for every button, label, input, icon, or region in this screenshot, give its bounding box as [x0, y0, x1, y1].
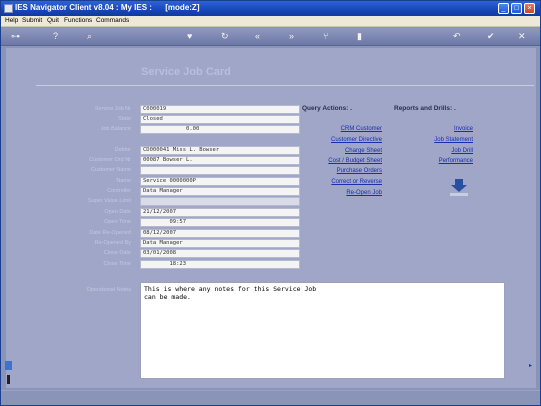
scroll-marker-icon: ▸	[529, 363, 533, 369]
field-value[interactable]: 03/01/2008	[140, 249, 300, 258]
job-drill-link[interactable]: Job Drill	[416, 148, 473, 154]
field-value[interactable]: Closed	[140, 115, 300, 124]
field-value[interactable]: CD000041 Miss L. Bowser	[140, 146, 300, 155]
window-title: IES Navigator Client v8.04 : My IES : [m…	[15, 3, 200, 12]
field-value[interactable]: 0.00	[140, 125, 300, 134]
field-label: Service Job Nr	[94, 106, 131, 112]
field-value[interactable]	[140, 197, 300, 206]
download-drill-icon[interactable]	[449, 179, 469, 197]
help-icon[interactable]: ?	[53, 31, 58, 42]
reports-heading: Reports and Drills: .	[394, 105, 456, 112]
field-value[interactable]: 08/12/2007	[140, 229, 300, 238]
ok-icon[interactable]: ✔	[487, 31, 495, 42]
invoice-link[interactable]: Invoice	[416, 126, 473, 132]
re-open-job-link[interactable]: Re-Open Job	[306, 190, 382, 196]
save-icon[interactable]: ▮	[357, 31, 362, 42]
forward-icon[interactable]: »	[289, 31, 294, 42]
toolbar: ⊶ ? ⌕ ♥ ↻ « » ⑂ ▮ ↶ ✔ ✕	[1, 28, 540, 46]
cost-budget-sheet-link[interactable]: Cost / Budget Sheet	[306, 158, 382, 164]
field-label: Open Date	[104, 209, 131, 215]
field-label: Job Balance	[100, 126, 131, 132]
field-value[interactable]	[140, 166, 300, 175]
job-statement-link[interactable]: Job Statement	[416, 137, 473, 143]
operational-notes-field[interactable]: This is where any notes for this Service…	[140, 282, 505, 379]
close-window-button[interactable]: ×	[524, 3, 535, 14]
key-icon[interactable]: ⊶	[11, 31, 20, 42]
field-label: Re-Opened By	[94, 240, 131, 246]
field-value[interactable]: 21/12/2007	[140, 208, 300, 217]
app-window: IES Navigator Client v8.04 : My IES : [m…	[0, 0, 541, 406]
crm-customer-link[interactable]: CRM Customer	[306, 126, 382, 132]
field-label: Super Value Limit	[87, 198, 131, 204]
field-label: Customer Ord Nr	[89, 157, 131, 163]
heart-icon[interactable]: ♥	[187, 31, 192, 42]
app-icon	[4, 4, 13, 13]
title-divider	[36, 85, 534, 86]
customer-directive-link[interactable]: Customer Directive	[306, 137, 382, 143]
tree-icon[interactable]: ⑂	[323, 31, 328, 42]
minimize-button[interactable]: _	[498, 3, 509, 14]
menu-help[interactable]: Help	[5, 17, 18, 24]
menu-functions[interactable]: Functions	[64, 17, 92, 24]
charge-sheet-link[interactable]: Charge Sheet	[306, 148, 382, 154]
performance-link[interactable]: Performance	[416, 158, 473, 164]
menu-commands[interactable]: Commands	[96, 17, 129, 24]
status-bar	[1, 390, 540, 405]
field-value[interactable]: Service 0000000P	[140, 177, 300, 186]
field-label: Close Date	[103, 250, 131, 256]
page-title: Service Job Card	[141, 66, 231, 78]
field-value[interactable]: 18:23	[140, 260, 300, 269]
undo-icon[interactable]: ↶	[453, 31, 461, 42]
menu-quit[interactable]: Quit	[47, 17, 59, 24]
field-label: Debtor	[114, 147, 131, 153]
field-label: Date Re-Opened	[89, 230, 131, 236]
field-label: Open Time	[104, 219, 131, 225]
search-icon[interactable]: ⌕	[87, 31, 92, 42]
purchase-orders-link[interactable]: Purchase Orders	[306, 168, 382, 174]
close-icon[interactable]: ✕	[518, 31, 526, 42]
back-icon[interactable]: «	[255, 31, 260, 42]
title-bar[interactable]: IES Navigator Client v8.04 : My IES : [m…	[1, 1, 540, 16]
field-label: Customer Name	[90, 167, 131, 173]
field-value[interactable]: 09:57	[140, 218, 300, 227]
side-panel-icon[interactable]	[5, 361, 12, 387]
field-label: Close Time	[103, 261, 131, 267]
field-value[interactable]: 00087 Bowser L.	[140, 156, 300, 165]
menu-submit[interactable]: Submit	[22, 17, 42, 24]
operational-notes-label: Operational Notes	[86, 287, 131, 293]
menu-bar: Help Submit Quit Functions Commands	[1, 16, 540, 27]
service-job-card: Service Job Card Service Job Nr C000019 St…	[6, 48, 536, 388]
field-value[interactable]: Data Manager	[140, 239, 300, 248]
correct-or-reverse-link[interactable]: Correct or Reverse	[306, 179, 382, 185]
field-value[interactable]: Data Manager	[140, 187, 300, 196]
field-label: State	[118, 116, 131, 122]
maximize-button[interactable]: □	[511, 3, 522, 14]
query-actions-heading: Query Actions: .	[302, 105, 352, 112]
field-label: Name	[116, 178, 131, 184]
field-value[interactable]: C000019	[140, 105, 300, 114]
field-label: Controller	[107, 188, 131, 194]
refresh-icon[interactable]: ↻	[221, 31, 229, 42]
